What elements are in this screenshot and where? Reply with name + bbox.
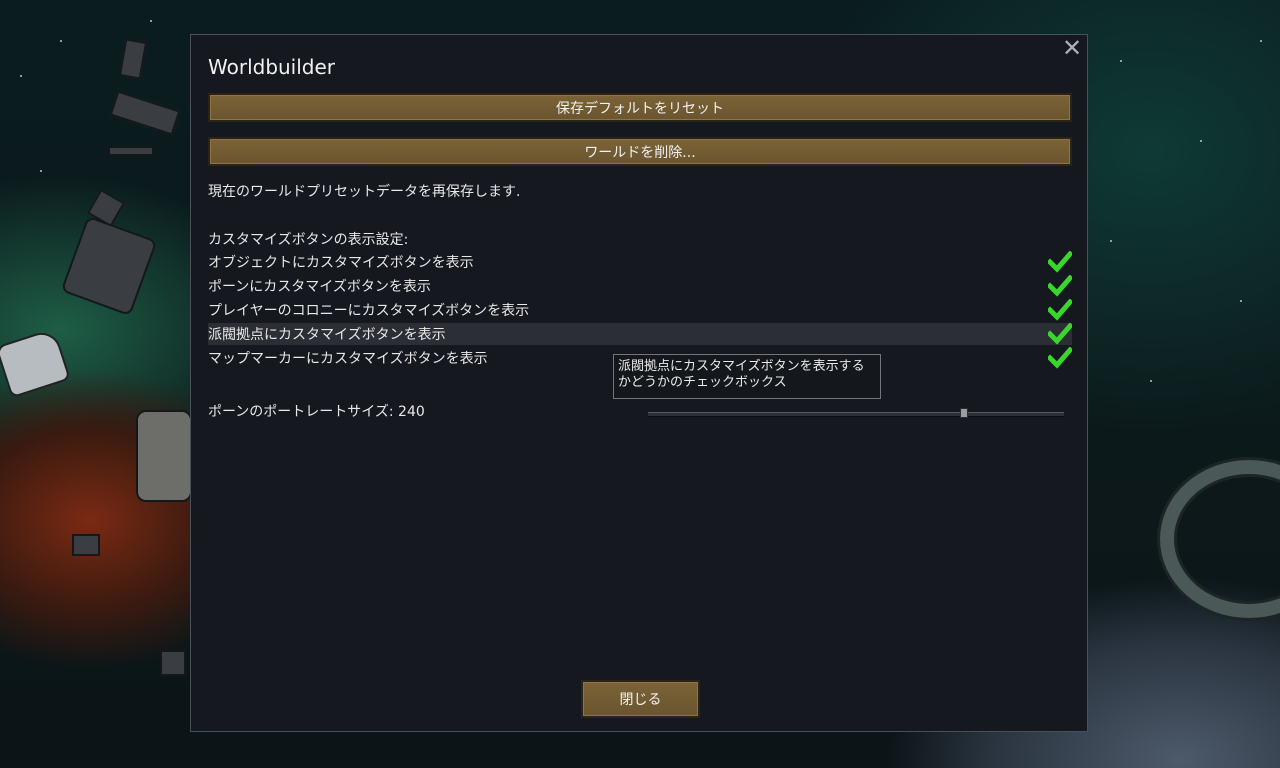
star [1150,380,1152,382]
resave-description: 現在のワールドプリセットデータを再保存します. [208,184,521,200]
space-station [1160,460,1280,618]
delete-world-button[interactable]: ワールドを削除... [208,137,1072,166]
dialog-title: Worldbuilder [208,55,336,79]
option-label: 派閥拠点にカスタマイズボタンを表示 [208,327,446,343]
asteroid [72,534,100,556]
asteroid [108,146,154,156]
option-faction-bases[interactable]: 派閥拠点にカスタマイズボタンを表示 [208,323,1072,345]
star [1260,40,1262,42]
close-button[interactable]: 閉じる [581,680,700,718]
slider-handle[interactable] [960,408,968,418]
reset-defaults-button[interactable]: 保存デフォルトをリセット [208,93,1072,122]
worldbuilder-dialog: ✕ Worldbuilder 保存デフォルトをリセット ワールドを削除... 現… [190,34,1088,732]
option-objects[interactable]: オブジェクトにカスタマイズボタンを表示 [208,251,1072,273]
checkmark-icon[interactable] [1048,323,1072,345]
star [40,170,42,172]
option-label: プレイヤーのコロニーにカスタマイズボタンを表示 [208,303,530,319]
star [1120,60,1122,62]
option-label: ポーンにカスタマイズボタンを表示 [208,279,431,295]
option-player-colonies[interactable]: プレイヤーのコロニーにカスタマイズボタンを表示 [208,299,1072,321]
checkmark-icon[interactable] [1048,347,1072,369]
asteroid [118,38,148,80]
checkmark-icon[interactable] [1048,299,1072,321]
star [1110,240,1112,242]
star [20,75,22,77]
portrait-size-slider[interactable] [648,408,1064,418]
option-label: オブジェクトにカスタマイズボタンを表示 [208,255,474,271]
star [150,20,152,22]
checkmark-icon[interactable] [1048,275,1072,297]
checkmark-icon[interactable] [1048,251,1072,273]
option-label: マップマーカーにカスタマイズボタンを表示 [208,351,488,367]
section-label: カスタマイズボタンの表示設定: [208,232,409,248]
asteroid [109,90,181,136]
close-icon[interactable]: ✕ [1061,36,1083,60]
tooltip: 派閥拠点にカスタマイズボタンを表示するかどうかのチェックボックス [613,354,881,399]
asteroid [60,215,158,317]
option-pawns[interactable]: ポーンにカスタマイズボタンを表示 [208,275,1072,297]
asteroid [160,650,186,676]
portrait-size-label: ポーンのポートレートサイズ: 240 [208,404,425,420]
star [60,40,62,42]
character-artwork [136,410,192,502]
shuttle-ship [0,327,71,399]
star [1200,140,1202,142]
star [1240,300,1242,302]
